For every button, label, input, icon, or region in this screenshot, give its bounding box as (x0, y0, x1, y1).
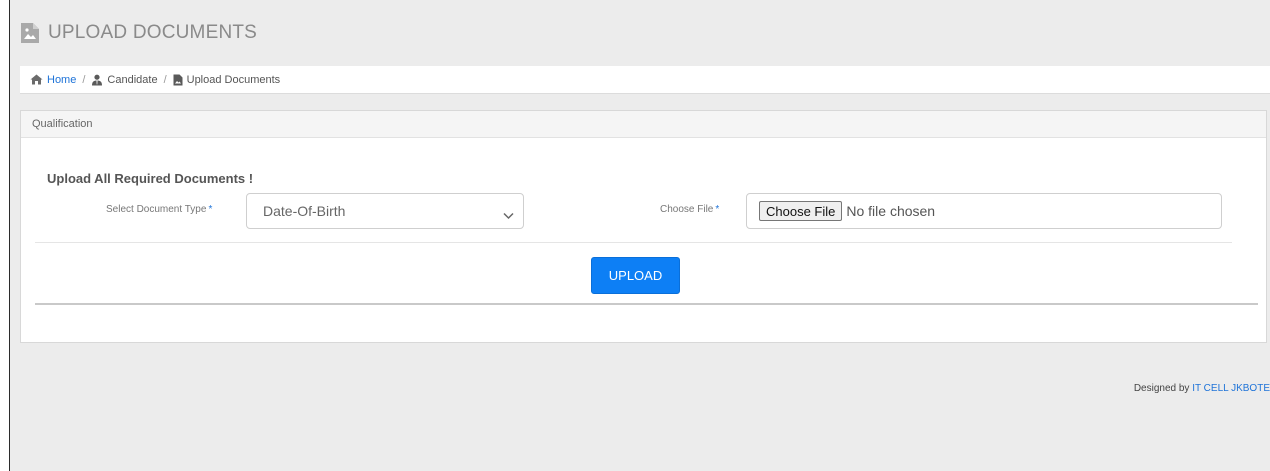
user-tie-icon (91, 74, 103, 86)
image-file-icon (20, 22, 40, 44)
document-type-label: Select Document Type * (106, 204, 212, 215)
upload-button[interactable]: UPLOAD (591, 257, 680, 294)
footer-prefix: Designed by (1133, 383, 1190, 394)
app-frame: UPLOAD DOCUMENTS Home / Candidate / Uplo… (9, 0, 1270, 471)
required-marker: * (715, 204, 720, 215)
footer: Designed by IT CELL JKBOTE (1134, 383, 1270, 394)
chevron-down-icon (503, 207, 514, 223)
breadcrumb-candidate-label: Candidate (107, 73, 158, 86)
choose-file-label-text: Choose File (660, 204, 714, 215)
page-header: UPLOAD DOCUMENTS (20, 18, 257, 48)
breadcrumb-home[interactable]: Home (30, 74, 76, 86)
panel-heading: Qualification (21, 111, 1266, 138)
row-divider (35, 242, 1232, 243)
file-input[interactable]: Choose File No file chosen (746, 193, 1222, 229)
file-status: No file chosen (846, 203, 936, 219)
breadcrumb-home-label[interactable]: Home (47, 74, 76, 86)
breadcrumb: Home / Candidate / Upload Documents (20, 66, 1270, 94)
breadcrumb-current-label: Upload Documents (186, 73, 281, 86)
required-marker: * (208, 204, 213, 215)
breadcrumb-current: Upload Documents (173, 73, 281, 86)
home-icon (30, 74, 43, 85)
breadcrumb-separator: / (82, 73, 86, 86)
document-type-selected: Date-Of-Birth (263, 203, 346, 219)
bottom-divider (35, 303, 1258, 305)
document-type-select[interactable]: Date-Of-Birth (246, 193, 524, 229)
breadcrumb-candidate[interactable]: Candidate (91, 73, 158, 86)
form-title: Upload All Required Documents ! (47, 171, 254, 186)
image-file-icon (173, 74, 183, 86)
qualification-panel: Qualification Upload All Required Docume… (20, 110, 1267, 343)
choose-file-button[interactable]: Choose File (759, 201, 843, 221)
choose-file-label: Choose File * (660, 204, 719, 215)
breadcrumb-separator: / (163, 73, 167, 86)
footer-link[interactable]: IT CELL JKBOTE (1192, 383, 1270, 394)
document-type-label-text: Select Document Type (106, 204, 207, 215)
page-title: UPLOAD DOCUMENTS (48, 22, 258, 43)
